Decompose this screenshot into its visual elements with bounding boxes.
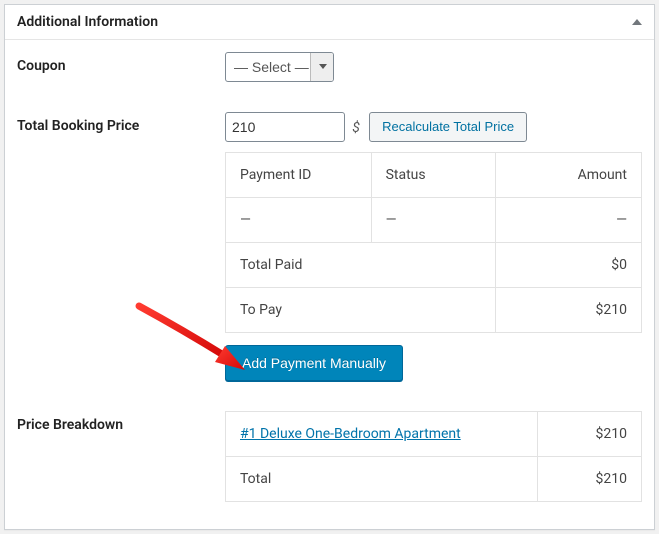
- coupon-row: Coupon — Select —: [17, 52, 642, 82]
- payments-table: Payment ID Status Amount — — — Total Pai…: [225, 152, 642, 333]
- panel-body: Coupon — Select — Total Booking Price $ …: [5, 40, 654, 514]
- breakdown-total-row: Total $210: [226, 457, 642, 502]
- recalculate-total-price-button[interactable]: Recalculate Total Price: [369, 112, 527, 142]
- total-booking-price-label: Total Booking Price: [17, 112, 225, 140]
- additional-information-panel: Additional Information Coupon — Select —…: [4, 4, 655, 530]
- payments-row-empty: — — —: [226, 198, 642, 243]
- collapse-up-icon[interactable]: [632, 19, 642, 25]
- breakdown-item-row: #1 Deluxe One-Bedroom Apartment $210: [226, 412, 642, 457]
- payments-row: Payment ID Status Amount — — — Total Pai…: [17, 152, 642, 381]
- total-booking-price-input[interactable]: [225, 112, 345, 142]
- payments-header-id: Payment ID: [226, 153, 372, 198]
- payments-total-paid-row: Total Paid $0: [226, 243, 642, 288]
- payments-to-pay-row: To Pay $210: [226, 288, 642, 333]
- breakdown-item-link[interactable]: #1 Deluxe One-Bedroom Apartment: [240, 426, 461, 442]
- payments-header-amount: Amount: [496, 153, 642, 198]
- currency-symbol: $: [352, 120, 360, 136]
- coupon-select[interactable]: — Select —: [225, 52, 334, 82]
- payments-header-status: Status: [371, 153, 496, 198]
- coupon-label: Coupon: [17, 52, 225, 80]
- price-breakdown-row: Price Breakdown #1 Deluxe One-Bedroom Ap…: [17, 411, 642, 502]
- price-breakdown-label: Price Breakdown: [17, 411, 225, 439]
- breakdown-item-amount: $210: [538, 412, 642, 457]
- panel-header[interactable]: Additional Information: [5, 5, 654, 40]
- total-booking-price-row: Total Booking Price $ Recalculate Total …: [17, 112, 642, 142]
- panel-title: Additional Information: [17, 14, 158, 30]
- add-payment-manually-button[interactable]: Add Payment Manually: [225, 345, 403, 381]
- price-breakdown-table: #1 Deluxe One-Bedroom Apartment $210 Tot…: [225, 411, 642, 502]
